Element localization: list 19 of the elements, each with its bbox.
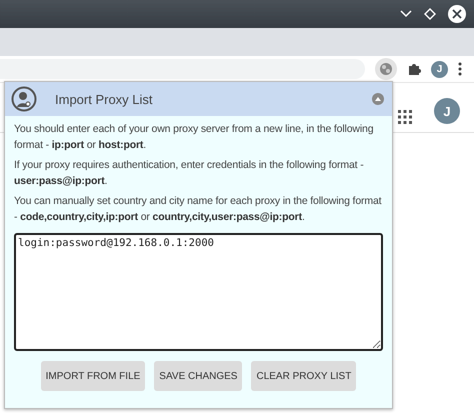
account-avatar[interactable]: J <box>434 98 460 124</box>
apps-grid-icon[interactable] <box>398 110 412 124</box>
instruction-text: You should enter each of your own proxy server from a new line, in the following format - ip:port or host:port. <box>14 122 374 152</box>
instruction-text: If your proxy requires authentication, enter credentials in the following format - user:pass@ip:port. <box>14 158 365 188</box>
menu-icon[interactable] <box>458 62 462 76</box>
close-icon[interactable] <box>448 5 466 23</box>
popup-title: Import Proxy List <box>55 92 154 106</box>
proxy-list-field[interactable]: login:password@192.168.0.1:2000 <box>14 233 383 351</box>
proxy-extension-button[interactable] <box>375 58 397 80</box>
action-button[interactable]: SAVE CHANGES <box>154 361 242 391</box>
action-button[interactable]: CLEAR PROXY LIST <box>251 361 356 391</box>
person-icon <box>11 86 37 112</box>
minimize-icon[interactable] <box>400 10 412 18</box>
profile-avatar[interactable]: J <box>431 60 448 78</box>
maximize-icon[interactable] <box>424 8 436 20</box>
collapse-icon[interactable] <box>372 93 384 105</box>
puzzle-icon[interactable] <box>407 62 421 76</box>
instruction-text: You can manually set country and city name for each proxy in the following format - code,country,city,ip:port or country,city,user:pass@ip:port. <box>14 194 382 224</box>
action-button[interactable]: IMPORT FROM FILE <box>40 361 146 391</box>
